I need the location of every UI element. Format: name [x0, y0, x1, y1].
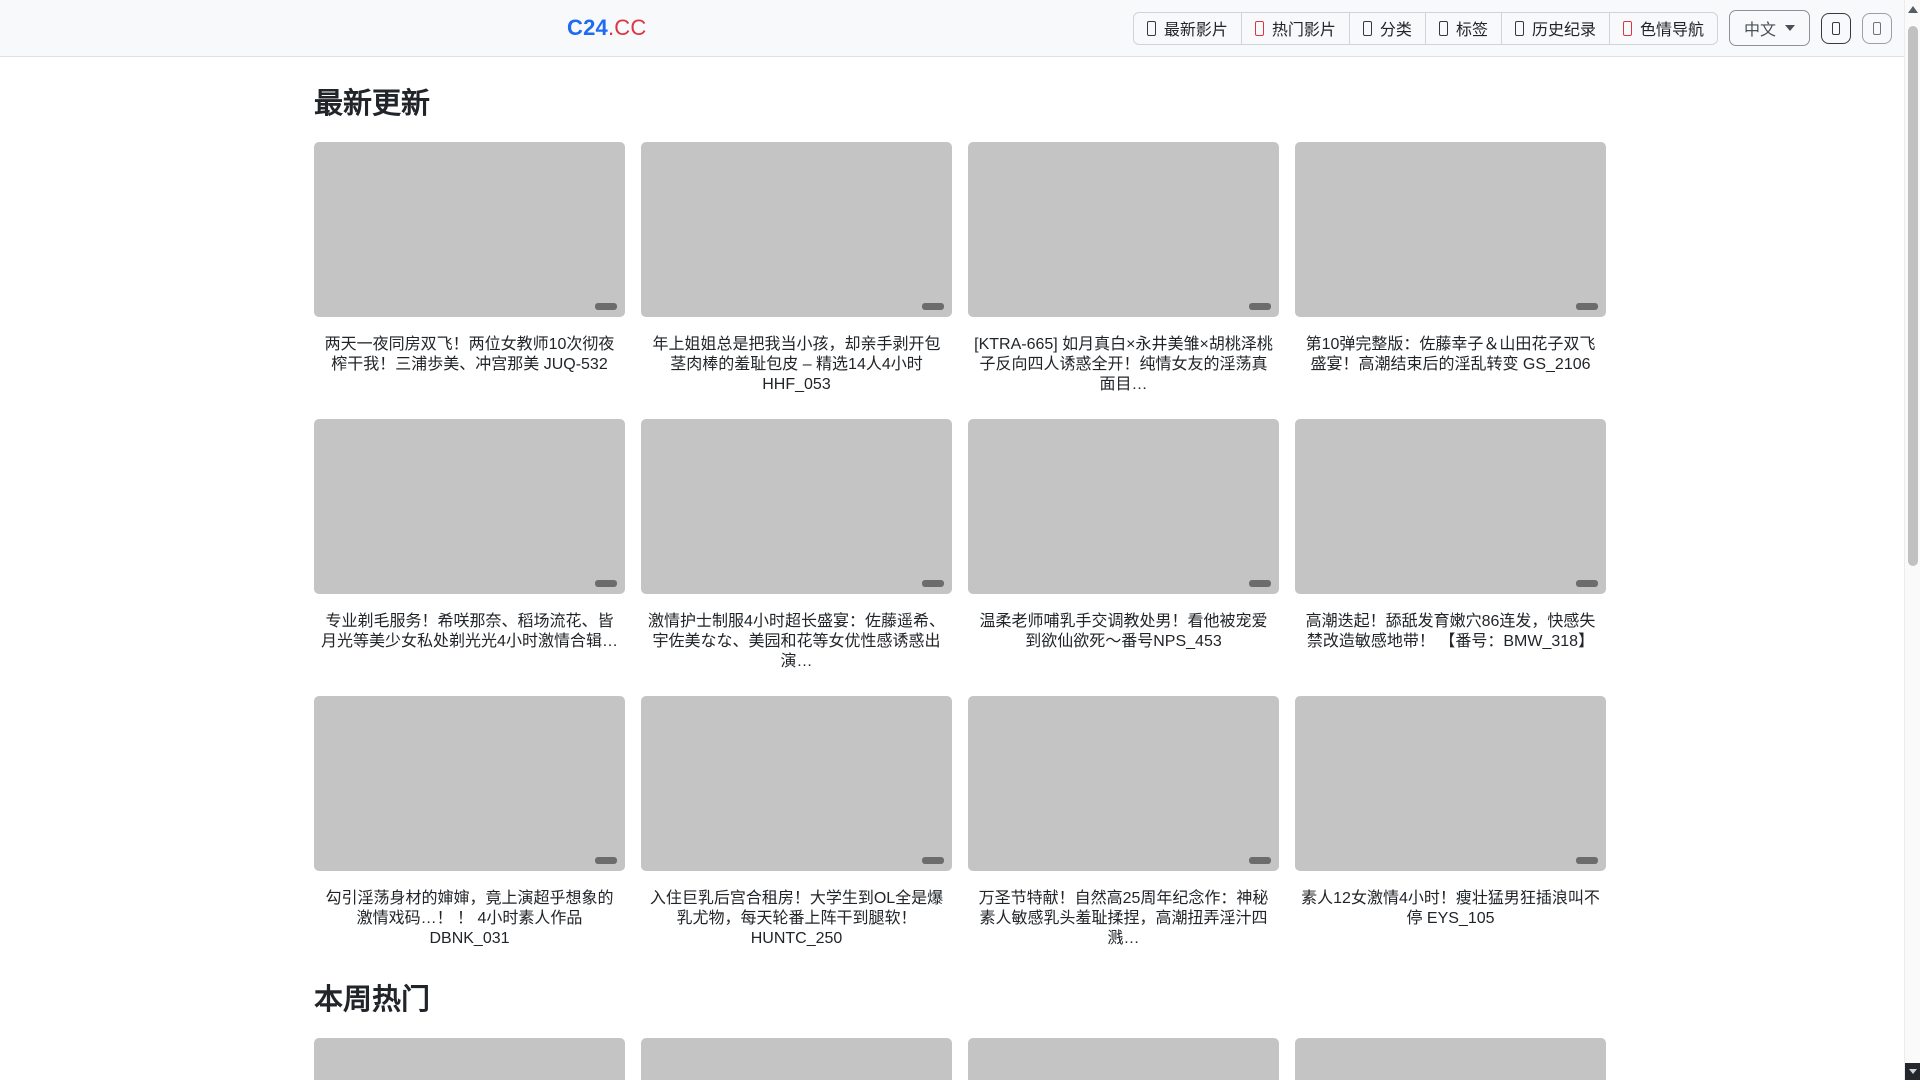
- video-title[interactable]: 温柔老师哺乳手交调教处男！看他被宠爱到欲仙欲死～番号NPS_453: [972, 612, 1275, 652]
- scrollbar-down-arrow-icon[interactable]: [1905, 1063, 1920, 1080]
- video-title[interactable]: 万圣节特献！自然高25周年纪念作：神秘素人敏感乳头羞耻揉捏，高潮扭弄淫汁四溅…: [972, 889, 1275, 949]
- duration-badge: [1576, 580, 1598, 587]
- categories-icon: [1362, 20, 1372, 36]
- nav-item-label: 标签: [1455, 22, 1488, 39]
- video-thumbnail[interactable]: [641, 419, 952, 594]
- nav-item[interactable]: 热门影片: [1240, 11, 1350, 45]
- adult-nav-icon: [1622, 20, 1632, 36]
- video-title[interactable]: 两天一夜同房双飞！两位女教师10次彻夜榨干我！三浦歩美、冲宫那美 JUQ-532: [318, 335, 621, 375]
- nav-item[interactable]: 最新影片: [1132, 11, 1242, 45]
- duration-badge: [922, 303, 944, 310]
- duration-badge: [595, 303, 617, 310]
- video-section: 本周热门: [314, 983, 1606, 1080]
- video-thumbnail[interactable]: [314, 142, 625, 317]
- duration-badge: [1249, 580, 1271, 587]
- video-card[interactable]: 专业剃毛服务！希咲那奈、稻场流花、皆月光等美少女私处剃光光4小时激情合辑…: [314, 419, 625, 672]
- video-title[interactable]: 第10弹完整版：佐藤幸子＆山田花子双飞盛宴！高潮结束后的淫乱转变 GS_2106: [1299, 335, 1602, 375]
- duration-badge: [922, 857, 944, 864]
- video-thumbnail[interactable]: [1295, 142, 1606, 317]
- video-thumbnail[interactable]: [314, 1038, 625, 1080]
- video-title[interactable]: 勾引淫荡身材的婶婶，竟上演超乎想象的激情戏码…！ ！ 4小时素人作品 DBNK_…: [318, 889, 621, 949]
- nav-item-label: 最新影片: [1163, 22, 1228, 39]
- brand-logo[interactable]: C24.CC: [567, 15, 646, 41]
- nav-button-group: 最新影片 热门影片 分类 标签 历史纪录 色情导航: [1132, 11, 1718, 45]
- video-title[interactable]: 激情护士制服4小时超长盛宴：佐藤遥希、宇佐美なな、美园和花等女优性感诱惑出演…: [645, 612, 948, 672]
- nav-item-label: 色情导航: [1639, 22, 1704, 39]
- video-grid: 两天一夜同房双飞！两位女教师10次彻夜榨干我！三浦歩美、冲宫那美 JUQ-532…: [314, 142, 1606, 949]
- video-card[interactable]: 素人12女激情4小时！瘦壮猛男狂插浪叫不停 EYS_105: [1295, 696, 1606, 949]
- navbar-menu: 最新影片 热门影片 分类 标签 历史纪录 色情导航 中文: [1132, 10, 1892, 46]
- video-card[interactable]: [314, 1038, 625, 1080]
- hot-films-icon: [1254, 20, 1264, 36]
- video-card[interactable]: 温柔老师哺乳手交调教处男！看他被宠爱到欲仙欲死～番号NPS_453: [968, 419, 1279, 672]
- nav-item[interactable]: 历史纪录: [1500, 11, 1610, 45]
- duration-badge: [1249, 303, 1271, 310]
- video-card[interactable]: 第10弹完整版：佐藤幸子＆山田花子双飞盛宴！高潮结束后的淫乱转变 GS_2106: [1295, 142, 1606, 395]
- video-thumbnail[interactable]: [314, 696, 625, 871]
- language-dropdown-label: 中文: [1743, 22, 1776, 39]
- navbar: C24.CC 最新影片 热门影片 分类 标签 历史纪录 色情导航 中文: [0, 0, 1920, 57]
- duration-badge: [1576, 857, 1598, 864]
- video-thumbnail[interactable]: [968, 696, 1279, 871]
- history-icon: [1514, 20, 1524, 36]
- scrollbar-thumb[interactable]: [1908, 26, 1918, 566]
- nav-item-label: 分类: [1379, 22, 1412, 39]
- video-thumbnail[interactable]: [968, 1038, 1279, 1080]
- section-title: 最新更新: [314, 88, 431, 120]
- chevron-down-icon: [1785, 25, 1795, 31]
- video-thumbnail[interactable]: [1295, 696, 1606, 871]
- video-thumbnail[interactable]: [641, 142, 952, 317]
- duration-badge: [595, 857, 617, 864]
- video-grid: [314, 1038, 1606, 1080]
- video-card[interactable]: [968, 1038, 1279, 1080]
- video-card[interactable]: 高潮迭起！舔舐发育嫩穴86连发，快感失禁改造敏感地带！ 【番号：BMW_318】: [1295, 419, 1606, 672]
- video-card[interactable]: 入住巨乳后宫合租房！大学生到OL全是爆乳尤物，每天轮番上阵干到腿软！ HUNTC…: [641, 696, 952, 949]
- video-thumbnail[interactable]: [314, 419, 625, 594]
- video-card[interactable]: [KTRA-665] 如月真白×永井美雏×胡桃泽桃子反向四人诱惑全开！纯情女友的…: [968, 142, 1279, 395]
- brand-primary-text: C24: [567, 15, 608, 40]
- nav-item[interactable]: 色情导航: [1608, 11, 1718, 45]
- video-thumbnail[interactable]: [968, 142, 1279, 317]
- duration-badge: [1249, 857, 1271, 864]
- video-card[interactable]: 年上姐姐总是把我当小孩，却亲手剥开包茎肉棒的羞耻包皮 – 精选14人4小时 HH…: [641, 142, 952, 395]
- video-section: 最新更新 两天一夜同房双飞！两位女教师10次彻夜榨干我！三浦歩美、冲宫那美 JU…: [314, 87, 1606, 949]
- new-films-icon: [1146, 20, 1156, 36]
- video-card[interactable]: [641, 1038, 952, 1080]
- nav-item-label: 历史纪录: [1531, 22, 1596, 39]
- tags-icon: [1438, 20, 1448, 36]
- navbar-icon-button-1[interactable]: [1821, 12, 1851, 44]
- video-card[interactable]: 激情护士制服4小时超长盛宴：佐藤遥希、宇佐美なな、美园和花等女优性感诱惑出演…: [641, 419, 952, 672]
- vertical-scrollbar[interactable]: [1904, 0, 1920, 1080]
- scrollbar-up-arrow-icon[interactable]: [1907, 6, 1918, 13]
- video-thumbnail[interactable]: [1295, 1038, 1606, 1080]
- main-content: 最新更新 两天一夜同房双飞！两位女教师10次彻夜榨干我！三浦歩美、冲宫那美 JU…: [314, 57, 1606, 1080]
- nav-item[interactable]: 标签: [1424, 11, 1502, 45]
- navbar-icon-button-2[interactable]: [1862, 12, 1892, 44]
- nav-item-label: 热门影片: [1271, 22, 1336, 39]
- video-title[interactable]: 素人12女激情4小时！瘦壮猛男狂插浪叫不停 EYS_105: [1299, 889, 1602, 929]
- video-thumbnail[interactable]: [641, 1038, 952, 1080]
- video-thumbnail[interactable]: [968, 419, 1279, 594]
- video-title[interactable]: [KTRA-665] 如月真白×永井美雏×胡桃泽桃子反向四人诱惑全开！纯情女友的…: [972, 335, 1275, 395]
- video-title[interactable]: 高潮迭起！舔舐发育嫩穴86连发，快感失禁改造敏感地带！ 【番号：BMW_318】: [1299, 612, 1602, 652]
- section-title: 本周热门: [314, 984, 431, 1016]
- video-title[interactable]: 入住巨乳后宫合租房！大学生到OL全是爆乳尤物，每天轮番上阵干到腿软！ HUNTC…: [645, 889, 948, 949]
- video-title[interactable]: 年上姐姐总是把我当小孩，却亲手剥开包茎肉棒的羞耻包皮 – 精选14人4小时 HH…: [645, 335, 948, 395]
- video-card[interactable]: 勾引淫荡身材的婶婶，竟上演超乎想象的激情戏码…！ ！ 4小时素人作品 DBNK_…: [314, 696, 625, 949]
- video-card[interactable]: 两天一夜同房双飞！两位女教师10次彻夜榨干我！三浦歩美、冲宫那美 JUQ-532: [314, 142, 625, 395]
- duration-badge: [1576, 303, 1598, 310]
- placeholder-glyph-icon: [1873, 21, 1881, 35]
- placeholder-glyph-icon: [1832, 21, 1840, 35]
- duration-badge: [922, 580, 944, 587]
- video-thumbnail[interactable]: [641, 696, 952, 871]
- nav-item[interactable]: 分类: [1348, 11, 1426, 45]
- video-thumbnail[interactable]: [1295, 419, 1606, 594]
- duration-badge: [595, 580, 617, 587]
- brand-secondary-text: .CC: [607, 15, 647, 40]
- language-dropdown[interactable]: 中文: [1728, 10, 1810, 46]
- video-card[interactable]: 万圣节特献！自然高25周年纪念作：神秘素人敏感乳头羞耻揉捏，高潮扭弄淫汁四溅…: [968, 696, 1279, 949]
- video-title[interactable]: 专业剃毛服务！希咲那奈、稻场流花、皆月光等美少女私处剃光光4小时激情合辑…: [318, 612, 621, 652]
- video-card[interactable]: [1295, 1038, 1606, 1080]
